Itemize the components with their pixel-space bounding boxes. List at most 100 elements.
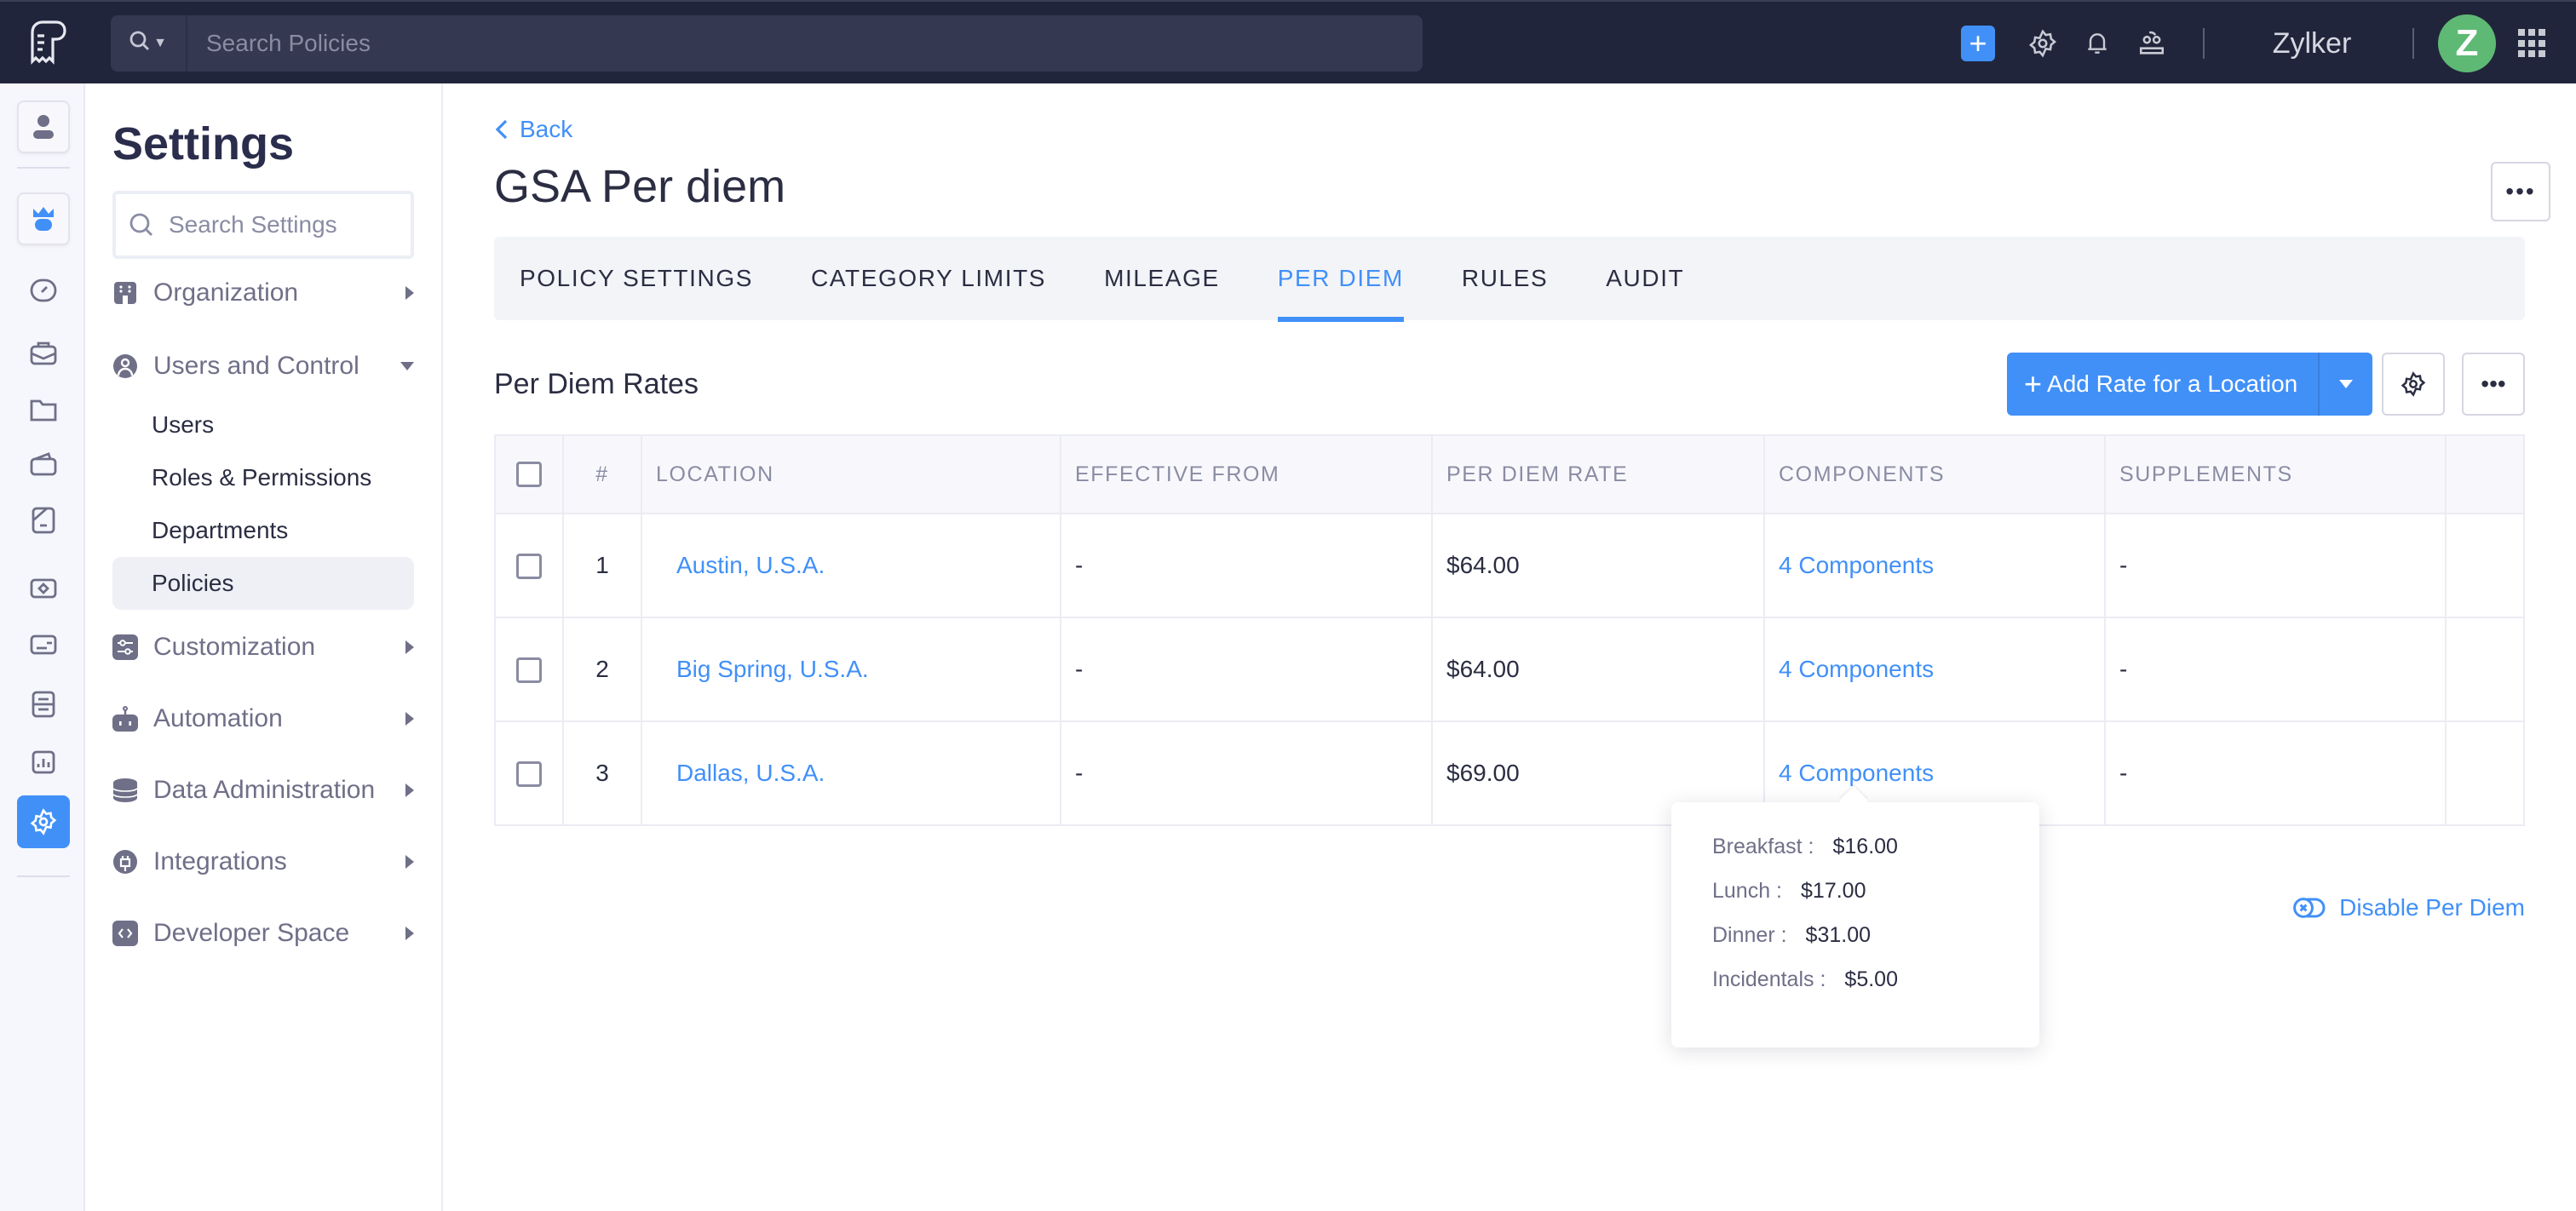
reports-icon: [32, 750, 55, 774]
select-all-checkbox[interactable]: [516, 462, 542, 488]
row-number: 1: [562, 513, 642, 618]
add-rate-dropdown-button[interactable]: [2320, 353, 2372, 416]
global-search: ▼: [111, 15, 1423, 72]
chevron-right-icon: [405, 783, 414, 797]
col-components[interactable]: COMPONENTS: [1763, 434, 2106, 514]
rail-reports[interactable]: [17, 736, 70, 789]
tab-audit[interactable]: AUDIT: [1606, 237, 1684, 320]
nav-developer-space[interactable]: Developer Space: [112, 911, 414, 956]
quick-create-button[interactable]: +: [1961, 26, 1995, 61]
rail-settings[interactable]: [17, 795, 70, 848]
col-actions: [2445, 434, 2525, 514]
location-link[interactable]: Austin, U.S.A.: [656, 552, 825, 578]
back-link[interactable]: Back: [494, 116, 572, 143]
tab-mileage[interactable]: MILEAGE: [1104, 237, 1220, 320]
transfer-icon: [32, 691, 55, 718]
users-switch-icon: [2139, 31, 2165, 55]
code-icon: [112, 921, 138, 946]
components-link[interactable]: 4 Components: [1779, 552, 1934, 578]
search-icon: [129, 213, 152, 236]
search-policies-input[interactable]: [187, 15, 1423, 72]
components-link[interactable]: 4 Components: [1779, 656, 1934, 682]
caret-down-icon: [2339, 380, 2354, 388]
chevron-right-icon: [405, 712, 414, 726]
rail-wallet[interactable]: [17, 438, 70, 491]
nav-policies[interactable]: Policies: [112, 557, 414, 610]
disable-per-diem-link[interactable]: Disable Per Diem: [2293, 894, 2525, 921]
tab-rules[interactable]: RULES: [1462, 237, 1548, 320]
main-content: Back GSA Per diem ••• POLICY SETTINGS CA…: [445, 83, 2576, 1211]
user-avatar[interactable]: Z: [2438, 14, 2496, 72]
rail-transfers[interactable]: [17, 678, 70, 731]
cash-icon: [30, 578, 57, 599]
app-logo-icon[interactable]: [24, 19, 72, 66]
robot-icon: [112, 706, 138, 732]
nav-organization[interactable]: Organization: [112, 271, 414, 315]
rail-folder[interactable]: [17, 383, 70, 436]
row-checkbox[interactable]: [516, 761, 542, 788]
top-bar: ▼ + Zylker Z: [0, 0, 2576, 83]
page-more-button[interactable]: •••: [2491, 162, 2550, 221]
rail-credit-card[interactable]: [17, 618, 70, 671]
nav-departments[interactable]: Departments: [112, 504, 414, 557]
nav-roles-permissions[interactable]: Roles & Permissions: [112, 451, 414, 504]
rail-dashboard[interactable]: [17, 264, 70, 317]
rail-card[interactable]: [17, 494, 70, 547]
divider: [2203, 28, 2205, 59]
rail-profile[interactable]: [17, 100, 70, 153]
nav-integrations[interactable]: Integrations: [112, 840, 414, 884]
switch-user-button[interactable]: [2135, 26, 2169, 60]
nav-data-administration[interactable]: Data Administration: [112, 768, 414, 812]
nav-users-and-control[interactable]: Users and Control: [112, 344, 414, 388]
table-header-row: # LOCATION EFFECTIVE FROM PER DIEM RATE …: [494, 434, 2525, 514]
effective-from: -: [1060, 617, 1433, 722]
location-link[interactable]: Dallas, U.S.A.: [656, 760, 825, 786]
settings-button[interactable]: [2026, 26, 2060, 60]
folder-icon: [30, 399, 57, 422]
col-supplements[interactable]: SUPPLEMENTS: [2104, 434, 2447, 514]
col-location[interactable]: LOCATION: [641, 434, 1061, 514]
nav-automation[interactable]: Automation: [112, 697, 414, 741]
col-per-diem-rate[interactable]: PER DIEM RATE: [1431, 434, 1765, 514]
add-rate-button[interactable]: + Add Rate for a Location: [2007, 353, 2320, 416]
gear-icon: [2028, 29, 2057, 58]
notifications-button[interactable]: [2080, 26, 2114, 60]
chevron-right-icon: [405, 286, 414, 300]
supplements: -: [2104, 720, 2447, 826]
rail-trips[interactable]: [17, 327, 70, 380]
organization-name[interactable]: Zylker: [2228, 27, 2395, 60]
select-all-cell: [494, 434, 564, 514]
chevron-right-icon: [405, 855, 414, 869]
location-link[interactable]: Big Spring, U.S.A.: [656, 656, 869, 682]
rail-premium[interactable]: [17, 192, 70, 245]
chevron-right-icon: [405, 640, 414, 654]
row-checkbox[interactable]: [516, 554, 542, 580]
row-checkbox[interactable]: [516, 657, 542, 684]
search-scope-dropdown[interactable]: ▼: [111, 15, 187, 72]
tab-per-diem[interactable]: PER DIEM: [1277, 237, 1405, 322]
database-icon: [112, 778, 138, 803]
settings-sidebar: Settings Organization Users and Control …: [87, 83, 443, 1211]
plus-icon: +: [1969, 26, 1987, 60]
table-settings-button[interactable]: [2382, 353, 2445, 416]
nav-customization[interactable]: Customization: [112, 625, 414, 669]
settings-title: Settings: [112, 118, 295, 169]
table-more-button[interactable]: •••: [2462, 353, 2525, 416]
settings-search-input[interactable]: [165, 209, 404, 240]
add-rate-split-button: + Add Rate for a Location: [2007, 353, 2373, 416]
per-diem-rate: $64.00: [1431, 617, 1765, 722]
apps-grid-icon[interactable]: [2518, 29, 2547, 58]
chevron-left-icon: [495, 119, 508, 140]
rail-cash[interactable]: [17, 562, 70, 615]
tab-category-limits[interactable]: CATEGORY LIMITS: [811, 237, 1046, 320]
components-link[interactable]: 4 Components: [1779, 760, 1934, 786]
col-number: #: [562, 434, 642, 514]
col-effective-from[interactable]: EFFECTIVE FROM: [1060, 434, 1433, 514]
more-horizontal-icon: •••: [2481, 370, 2506, 397]
supplements: -: [2104, 513, 2447, 618]
table-row: 3 Dallas, U.S.A. - $69.00 4 Components -: [494, 720, 2525, 826]
nav-users[interactable]: Users: [112, 399, 414, 451]
page-title: GSA Per diem: [494, 161, 786, 212]
plus-icon: +: [2024, 366, 2043, 401]
tab-policy-settings[interactable]: POLICY SETTINGS: [520, 237, 753, 320]
